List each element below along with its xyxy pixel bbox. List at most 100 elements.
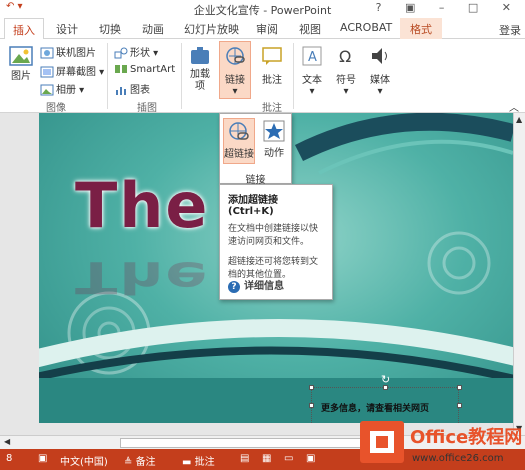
images-group-label: 图像	[46, 103, 66, 114]
ribbon-tab-bar: 插入 设计 切换 动画 幻灯片放映 审阅 视图 ACROBAT 格式 登录	[0, 17, 525, 40]
tab-animations[interactable]: 动画	[142, 21, 164, 37]
chart-label: 图表	[130, 85, 150, 96]
addins-button[interactable]: 加载项	[186, 45, 214, 93]
online-picture-icon	[40, 47, 54, 59]
tooltip-more-info[interactable]: ? 详细信息	[228, 277, 284, 293]
divider	[293, 43, 294, 109]
watermark-logo: Office教程网 www.office26.com	[360, 417, 522, 467]
picture-label: 图片	[11, 71, 31, 82]
online-picture-label: 联机图片	[56, 48, 96, 59]
tab-design[interactable]: 设计	[56, 21, 78, 37]
chart-button[interactable]: 图表	[114, 81, 150, 96]
chart-icon	[116, 87, 126, 95]
links-label: 链接	[225, 75, 245, 86]
divider	[107, 43, 108, 109]
shapes-button[interactable]: 形状 ▾	[114, 44, 158, 59]
links-button[interactable]: 链接 ▾	[219, 41, 251, 99]
tooltip-description: 在文档中创建链接以快速访问网页和文件。	[228, 224, 319, 247]
symbol-button[interactable]: Ω 符号 ▾	[332, 45, 360, 97]
title-bar: ↶ ▾ 企业文化宣传 - PowerPoint ? ▣ – □ ✕	[0, 0, 525, 17]
resize-handle[interactable]	[457, 385, 462, 390]
text-label: 文本	[302, 75, 322, 86]
scroll-left-icon[interactable]: ◀	[4, 437, 10, 446]
picture-icon	[9, 46, 33, 66]
media-button[interactable]: 媒体 ▾	[366, 45, 394, 97]
album-button[interactable]: 相册 ▾	[40, 81, 84, 96]
action-label: 动作	[264, 148, 284, 159]
ribbon-insert: 图片 联机图片 屏幕截图 ▾ 相册 ▾ 图像 形状 ▾ SmartArt 图表 …	[0, 39, 525, 114]
scroll-thumb[interactable]	[120, 438, 370, 448]
help-icon: ?	[228, 281, 240, 293]
text-button[interactable]: A 文本 ▾	[298, 45, 326, 97]
addins-label: 加载项	[190, 69, 210, 92]
screenshot-label: 屏幕截图	[56, 67, 96, 78]
tab-view[interactable]: 视图	[299, 21, 321, 37]
resize-handle[interactable]	[309, 403, 314, 408]
svg-text:Office教程网: Office教程网	[410, 426, 522, 448]
screenshot-button[interactable]: 屏幕截图 ▾	[40, 63, 104, 78]
language-indicator[interactable]: 中文(中国)	[60, 453, 108, 468]
omega-icon: Ω	[339, 47, 351, 66]
addins-icon	[191, 47, 209, 64]
online-picture-button[interactable]: 联机图片	[40, 44, 96, 59]
resize-handle[interactable]	[309, 385, 314, 390]
tab-acrobat[interactable]: ACROBAT	[340, 21, 392, 34]
tab-insert[interactable]: 插入	[4, 18, 44, 40]
album-icon	[40, 84, 54, 96]
comment-icon	[262, 47, 282, 65]
shapes-icon	[114, 47, 128, 59]
action-button[interactable]: 动作	[258, 118, 290, 164]
speaker-icon	[372, 48, 387, 64]
spellcheck-icon[interactable]: ▣	[38, 453, 47, 464]
close-icon[interactable]: ✕	[502, 1, 521, 14]
notes-button[interactable]: ≜ 备注	[124, 453, 156, 468]
minimize-icon[interactable]: –	[439, 1, 455, 14]
office-logo-icon: Office教程网 www.office26.com	[360, 421, 522, 464]
hyperlink-tooltip: 添加超链接 (Ctrl+K) 在文档中创建链接以快速访问网页和文件。 超链接还可…	[219, 184, 333, 300]
reading-view-icon[interactable]: ▭	[284, 453, 293, 464]
comment-label: 批注	[262, 75, 282, 86]
restore-icon[interactable]: ▣	[405, 1, 425, 14]
media-label: 媒体	[370, 75, 390, 86]
comments-button[interactable]: ▬ 批注	[182, 453, 215, 468]
hyperlink-button[interactable]: 超链接	[223, 118, 255, 164]
svg-text:A: A	[308, 50, 317, 65]
tab-format[interactable]: 格式	[400, 18, 442, 39]
star-icon	[263, 120, 285, 142]
login-link[interactable]: 登录	[499, 22, 521, 38]
hyperlink-label: 超链接	[224, 149, 254, 160]
links-dropdown: 超链接 动作 链接	[219, 113, 292, 186]
picture-button[interactable]: 图片	[6, 45, 36, 82]
album-label: 相册	[56, 85, 76, 96]
normal-view-icon[interactable]: ▤	[240, 453, 249, 464]
collapse-ribbon-icon[interactable]: ︿	[509, 99, 519, 114]
smartart-label: SmartArt	[130, 64, 176, 75]
comments-group-label: 批注	[262, 103, 282, 114]
divider	[181, 43, 182, 109]
maximize-icon[interactable]: □	[468, 1, 488, 14]
window-controls[interactable]: ? ▣ – □ ✕	[376, 1, 521, 14]
tab-transitions[interactable]: 切换	[99, 21, 121, 37]
tooltip-title: 添加超链接 (Ctrl+K)	[228, 195, 278, 217]
link-icon	[226, 47, 245, 65]
vertical-scrollbar[interactable]: ▲ ▼	[513, 113, 525, 435]
slide-sorter-icon[interactable]: ▦	[262, 453, 271, 464]
tab-review[interactable]: 审阅	[256, 21, 278, 37]
comments-label: 批注	[194, 457, 215, 468]
illustrations-group-label: 插图	[137, 103, 157, 114]
comment-button[interactable]: 批注	[257, 45, 287, 86]
slideshow-icon[interactable]: ▣	[306, 453, 315, 464]
smartart-icon	[115, 65, 127, 73]
textbox-content[interactable]: 更多信息，请查看相关网页	[321, 401, 429, 414]
help-icon[interactable]: ?	[376, 1, 392, 14]
smartart-button[interactable]: SmartArt	[114, 63, 175, 75]
scroll-up-icon[interactable]: ▲	[516, 115, 522, 124]
resize-handle[interactable]	[457, 403, 462, 408]
slide-number: 8	[6, 453, 13, 464]
rotate-handle-icon[interactable]: ↻	[381, 373, 390, 386]
screenshot-icon	[40, 66, 54, 78]
hyperlink-icon	[229, 122, 249, 140]
notes-label: 备注	[135, 457, 156, 468]
tab-slideshow[interactable]: 幻灯片放映	[184, 21, 239, 37]
svg-text:Ω: Ω	[339, 47, 351, 66]
